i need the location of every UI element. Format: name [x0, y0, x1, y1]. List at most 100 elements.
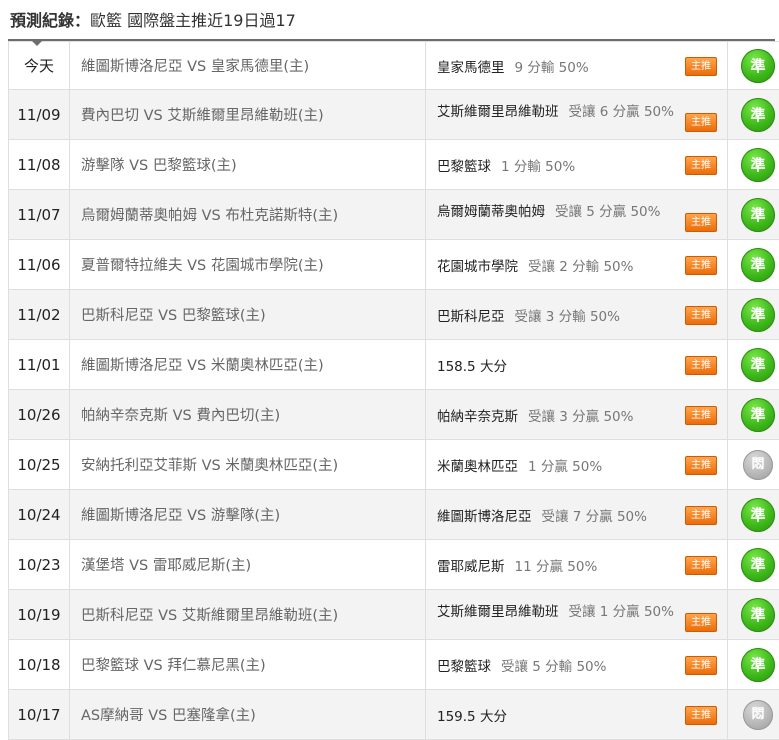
prediction-pick: 159.5 大分 — [437, 709, 507, 725]
row-match[interactable]: 安納托利亞艾菲斯 VS 米蘭奧林匹亞(主) — [70, 440, 426, 490]
table-row: 10/19巴斯科尼亞 VS 艾斯維爾里昂維勒班(主)艾斯維爾里昂維勒班受讓 1 … — [9, 590, 779, 640]
prediction-odds: 受讓 1 分贏 50% — [569, 604, 674, 620]
result-win-icon: 準 — [741, 548, 775, 582]
row-date: 今天 — [9, 42, 70, 90]
prediction-pick: 巴黎籃球 — [437, 159, 491, 175]
row-date: 10/24 — [9, 490, 70, 540]
row-prediction: 烏爾姆蘭蒂奧帕姆受讓 5 分贏 50%主推 — [426, 190, 728, 240]
main-pick-badge: 主推 — [685, 213, 717, 232]
row-date: 11/06 — [9, 240, 70, 290]
row-result: 準 — [728, 540, 779, 590]
prediction-line: 雷耶威尼斯11 分贏 50% — [437, 555, 727, 575]
table-row: 10/18巴黎籃球 VS 拜仁慕尼黑(主)巴黎籃球受讓 5 分輸 50%主推準 — [9, 640, 779, 690]
prediction-pick: 雷耶威尼斯 — [437, 559, 505, 575]
table-row: 11/09費內巴切 VS 艾斯維爾里昂維勒班(主)艾斯維爾里昂維勒班受讓 6 分… — [9, 90, 779, 140]
prediction-record-table: 今天維圖斯博洛尼亞 VS 皇家馬德里(主)皇家馬德里9 分輸 50%主推準11/… — [8, 41, 779, 740]
prediction-pick: 花園城市學院 — [437, 259, 518, 275]
table-row: 10/17AS摩納哥 VS 巴塞隆拿(主)159.5 大分主推悶 — [9, 690, 779, 740]
main-pick-badge: 主推 — [685, 706, 717, 725]
main-pick-badge: 主推 — [685, 556, 717, 575]
row-prediction: 艾斯維爾里昂維勒班受讓 1 分贏 50%主推 — [426, 590, 728, 640]
main-pick-badge: 主推 — [685, 256, 717, 275]
row-prediction: 巴黎籃球受讓 5 分輸 50%主推 — [426, 640, 728, 690]
result-push-icon: 悶 — [743, 450, 773, 480]
prediction-pick: 帕納辛奈克斯 — [437, 409, 518, 425]
row-result: 準 — [728, 340, 779, 390]
row-date: 11/08 — [9, 140, 70, 190]
row-result: 準 — [728, 590, 779, 640]
row-date: 11/02 — [9, 290, 70, 340]
page-title: 預測紀錄：歐籃 國際盤主推近19日過17 — [0, 0, 779, 40]
prediction-line: 帕納辛奈克斯受讓 3 分贏 50% — [437, 405, 727, 425]
prediction-line: 維圖斯博洛尼亞受讓 7 分贏 50% — [437, 505, 727, 525]
row-result: 準 — [728, 390, 779, 440]
result-win-icon: 準 — [741, 198, 775, 232]
main-pick-badge: 主推 — [685, 356, 717, 375]
row-match[interactable]: 維圖斯博洛尼亞 VS 皇家馬德里(主) — [70, 42, 426, 90]
row-match[interactable]: 帕納辛奈克斯 VS 費內巴切(主) — [70, 390, 426, 440]
row-match[interactable]: 巴斯科尼亞 VS 艾斯維爾里昂維勒班(主) — [70, 590, 426, 640]
row-date: 11/07 — [9, 190, 70, 240]
main-pick-badge: 主推 — [685, 306, 717, 325]
row-match[interactable]: 維圖斯博洛尼亞 VS 游擊隊(主) — [70, 490, 426, 540]
prediction-odds: 1 分贏 50% — [528, 459, 602, 475]
prediction-line: 烏爾姆蘭蒂奧帕姆受讓 5 分贏 50% — [437, 200, 727, 220]
prediction-odds: 受讓 2 分輸 50% — [528, 259, 633, 275]
row-match[interactable]: 巴黎籃球 VS 拜仁慕尼黑(主) — [70, 640, 426, 690]
table-row: 11/02巴斯科尼亞 VS 巴黎籃球(主) 巴斯科尼亞受讓 3 分輸 50%主推 準 — [9, 290, 779, 340]
row-prediction: 皇家馬德里9 分輸 50%主推 — [426, 42, 728, 90]
prediction-odds: 9 分輸 50% — [515, 60, 589, 76]
row-result: 準 — [728, 190, 779, 240]
result-win-icon: 準 — [741, 248, 775, 282]
row-match[interactable]: 漢堡塔 VS 雷耶威尼斯(主) — [70, 540, 426, 590]
main-pick-badge: 主推 — [685, 656, 717, 675]
prediction-line: 花園城市學院受讓 2 分輸 50% — [437, 255, 727, 275]
row-match[interactable]: 游擊隊 VS 巴黎籃球(主) — [70, 140, 426, 190]
prediction-odds: 受讓 3 分贏 50% — [528, 409, 633, 425]
result-win-icon: 準 — [741, 498, 775, 532]
main-pick-badge: 主推 — [685, 613, 717, 632]
result-win-icon: 準 — [741, 598, 775, 632]
table-row: 11/07烏爾姆蘭蒂奧帕姆 VS 布杜克諾斯特(主)烏爾姆蘭蒂奧帕姆受讓 5 分… — [9, 190, 779, 240]
result-win-icon: 準 — [741, 298, 775, 332]
row-date: 11/09 — [9, 90, 70, 140]
row-match[interactable]: 維圖斯博洛尼亞 VS 米蘭奧林匹亞(主) — [70, 340, 426, 390]
prediction-rows: 今天維圖斯博洛尼亞 VS 皇家馬德里(主)皇家馬德里9 分輸 50%主推準11/… — [9, 42, 779, 740]
row-date: 10/18 — [9, 640, 70, 690]
row-result: 悶 — [728, 690, 779, 740]
table-row: 11/06夏普爾特拉維夫 VS 花園城市學院(主) 花園城市學院受讓 2 分輸 5… — [9, 240, 779, 290]
row-prediction: 158.5 大分 主推 — [426, 340, 728, 390]
header-title: 歐籃 國際盤主推近19日過17 — [90, 11, 296, 30]
row-prediction: 維圖斯博洛尼亞受讓 7 分贏 50%主推 — [426, 490, 728, 540]
row-date: 10/26 — [9, 390, 70, 440]
row-prediction: 巴黎籃球1 分輸 50%主推 — [426, 140, 728, 190]
prediction-pick: 158.5 大分 — [437, 359, 507, 375]
prediction-odds: 1 分輸 50% — [501, 159, 575, 175]
prediction-line: 米蘭奧林匹亞1 分贏 50% — [437, 455, 727, 475]
result-win-icon: 準 — [741, 648, 775, 682]
row-match[interactable]: 烏爾姆蘭蒂奧帕姆 VS 布杜克諾斯特(主) — [70, 190, 426, 240]
row-match[interactable]: AS摩納哥 VS 巴塞隆拿(主) — [70, 690, 426, 740]
row-match[interactable]: 巴斯科尼亞 VS 巴黎籃球(主) — [70, 290, 426, 340]
table-row: 10/23漢堡塔 VS 雷耶威尼斯(主)雷耶威尼斯11 分贏 50%主推準 — [9, 540, 779, 590]
prediction-line: 巴黎籃球 1 分輸 50% — [437, 155, 727, 175]
prediction-pick: 艾斯維爾里昂維勒班 — [437, 604, 559, 620]
result-win-icon: 準 — [741, 49, 775, 83]
prediction-line: 158.5 大分 — [437, 355, 727, 375]
prediction-pick: 烏爾姆蘭蒂奧帕姆 — [437, 204, 545, 220]
main-pick-badge: 主推 — [685, 456, 717, 475]
prediction-pick: 巴黎籃球 — [437, 659, 491, 675]
prediction-odds: 受讓 6 分贏 50% — [569, 104, 674, 120]
result-win-icon: 準 — [741, 348, 775, 382]
prediction-pick: 巴斯科尼亞 — [437, 309, 505, 325]
prediction-line: 巴斯科尼亞受讓 3 分輸 50% — [437, 305, 727, 325]
prediction-line: 艾斯維爾里昂維勒班受讓 1 分贏 50% — [437, 600, 727, 620]
prediction-record-table-container: 今天維圖斯博洛尼亞 VS 皇家馬德里(主)皇家馬德里9 分輸 50%主推準11/… — [8, 39, 775, 740]
main-pick-badge: 主推 — [685, 506, 717, 525]
row-match[interactable]: 夏普爾特拉維夫 VS 花園城市學院(主) — [70, 240, 426, 290]
row-prediction: 米蘭奧林匹亞1 分贏 50%主推 — [426, 440, 728, 490]
row-match[interactable]: 費內巴切 VS 艾斯維爾里昂維勒班(主) — [70, 90, 426, 140]
result-win-icon: 準 — [741, 98, 775, 132]
result-push-icon: 悶 — [743, 700, 773, 730]
table-row: 10/25安納托利亞艾菲斯 VS 米蘭奧林匹亞(主)米蘭奧林匹亞1 分贏 50%… — [9, 440, 779, 490]
